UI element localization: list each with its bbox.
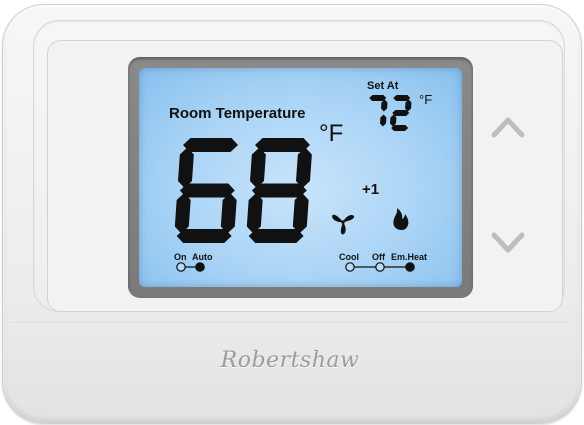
selected-option-dot <box>195 262 205 272</box>
segment-d <box>391 125 409 131</box>
segment-b <box>405 99 412 112</box>
room-temp-unit: °F <box>319 120 344 147</box>
room-temp-digit-2 <box>246 138 312 243</box>
segment-g <box>179 183 235 198</box>
set-temp-digit-1 <box>369 95 388 127</box>
segment-f <box>249 147 266 188</box>
segment-f <box>177 147 194 188</box>
chevron-up-icon <box>491 117 525 138</box>
system-option-off: Off <box>372 252 385 262</box>
segment-a <box>183 138 238 152</box>
segment-c <box>220 193 237 234</box>
lcd-screen: Room Temperature Set At °F °F +1 On Auto… <box>139 68 462 287</box>
brand-logo: Robertshaw <box>220 348 360 373</box>
chevron-down-icon <box>491 232 525 253</box>
segment-e <box>174 193 191 234</box>
temp-up-button[interactable] <box>488 107 528 147</box>
segment-e <box>390 114 397 127</box>
fan-mode-selector <box>176 262 205 272</box>
segment-c <box>380 114 387 127</box>
selected-option-dot <box>405 262 415 272</box>
set-temp-unit: °F <box>419 92 433 107</box>
segment-c <box>292 193 309 234</box>
housing-seam <box>12 322 568 324</box>
segment-a <box>369 95 387 101</box>
set-temp-digit-2 <box>390 95 412 131</box>
room-temp-digit-1 <box>174 138 238 243</box>
segment-a <box>393 95 411 101</box>
fan-option-auto: Auto <box>192 252 213 262</box>
set-at-label: Set At <box>367 80 399 92</box>
flame-icon <box>393 208 409 230</box>
temp-down-button[interactable] <box>488 223 528 263</box>
segment-g <box>392 110 410 116</box>
fan-option-on: On <box>174 252 187 262</box>
segment-a <box>255 138 310 152</box>
system-option-emheat: Em.Heat <box>391 252 428 262</box>
fan-icon <box>332 214 355 235</box>
segment-g <box>251 183 307 198</box>
segment-b <box>295 147 312 188</box>
system-option-cool: Cool <box>339 252 359 262</box>
option-dot <box>345 262 355 272</box>
segment-b <box>381 99 388 112</box>
option-dot <box>375 262 385 272</box>
system-mode-selector <box>345 262 415 272</box>
option-dot <box>176 262 186 272</box>
segment-d <box>248 229 304 243</box>
segment-d <box>176 229 232 243</box>
room-temperature-label: Room Temperature <box>169 105 306 122</box>
segment-e <box>246 193 263 234</box>
offset-value: +1 <box>362 181 380 198</box>
